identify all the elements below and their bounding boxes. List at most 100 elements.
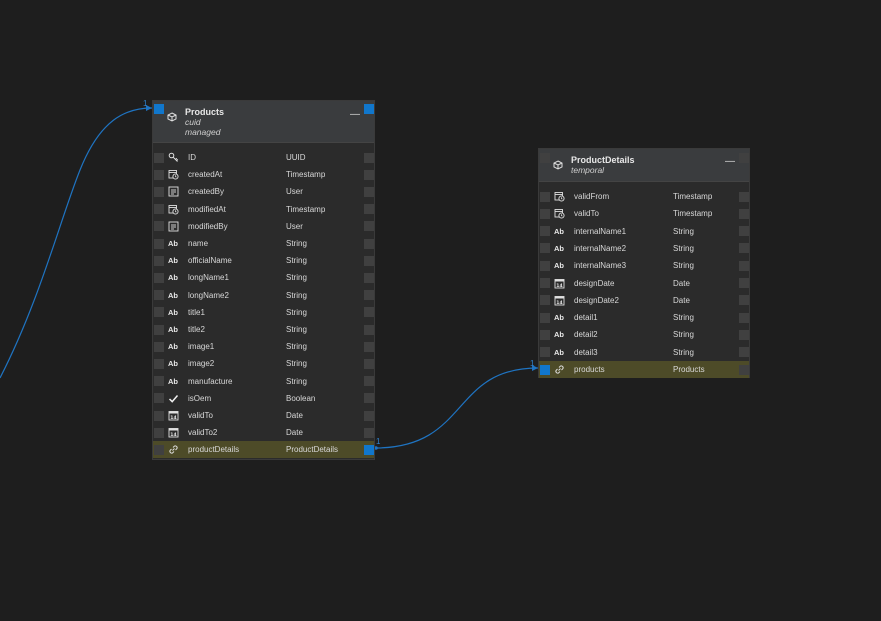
field-row-createdAt[interactable]: createdAt Timestamp — [153, 166, 374, 183]
entity-productdetails[interactable]: ProductDetails temporal — validFrom Times… — [538, 148, 750, 378]
port-in[interactable] — [154, 186, 164, 197]
field-row-modifiedBy[interactable]: modifiedBy User — [153, 218, 374, 235]
port-out[interactable] — [739, 364, 749, 375]
field-row-validFrom[interactable]: validFrom Timestamp — [539, 188, 749, 205]
port-in[interactable] — [540, 243, 550, 254]
field-row-image2[interactable]: Ab image2 String — [153, 355, 374, 372]
text-icon: Ab — [554, 330, 564, 340]
field-row-validTo[interactable]: validTo Timestamp — [539, 205, 749, 222]
entity-products[interactable]: Products cuid managed — ID UUID createdAt T… — [152, 100, 375, 460]
port-out[interactable] — [364, 393, 374, 404]
port-out[interactable] — [364, 169, 374, 180]
port-out[interactable] — [364, 104, 374, 114]
field-row-longName1[interactable]: Ab longName1 String — [153, 269, 374, 286]
port-out[interactable] — [739, 208, 749, 219]
field-row-modifiedAt[interactable]: modifiedAt Timestamp — [153, 201, 374, 218]
entity-header[interactable]: ProductDetails temporal — — [539, 149, 749, 182]
port-out[interactable] — [739, 243, 749, 254]
port-out[interactable] — [364, 255, 374, 266]
port-out[interactable] — [739, 153, 749, 163]
port-in[interactable] — [154, 307, 164, 318]
field-row-title2[interactable]: Ab title2 String — [153, 321, 374, 338]
port-out[interactable] — [364, 358, 374, 369]
port-out[interactable] — [364, 410, 374, 421]
port-in[interactable] — [154, 324, 164, 335]
port-in[interactable] — [540, 153, 550, 163]
field-row-longName2[interactable]: Ab longName2 String — [153, 287, 374, 304]
port-in[interactable] — [540, 208, 550, 219]
port-in[interactable] — [540, 312, 550, 323]
port-in[interactable] — [154, 104, 164, 114]
port-out[interactable] — [364, 272, 374, 283]
port-in[interactable] — [540, 260, 550, 271]
field-row-productDetails[interactable]: productDetails ProductDetails — [153, 441, 374, 459]
field-row-validTo2[interactable]: 14 validTo2 Date — [153, 424, 374, 441]
port-out[interactable] — [364, 186, 374, 197]
port-in[interactable] — [540, 295, 550, 306]
field-row-internalName1[interactable]: Ab internalName1 String — [539, 223, 749, 240]
port-in[interactable] — [154, 410, 164, 421]
field-row-detail2[interactable]: Ab detail2 String — [539, 326, 749, 343]
field-row-createdBy[interactable]: createdBy User — [153, 183, 374, 200]
port-in[interactable] — [154, 393, 164, 404]
port-out[interactable] — [364, 238, 374, 249]
entity-header[interactable]: Products cuid managed — — [153, 101, 374, 143]
minimize-button[interactable]: — — [725, 157, 735, 167]
port-in[interactable] — [540, 226, 550, 237]
port-in[interactable] — [154, 290, 164, 301]
port-out[interactable] — [739, 278, 749, 288]
field-row-products[interactable]: products Products — [539, 361, 749, 378]
port-out[interactable] — [364, 341, 374, 352]
field-row-internalName3[interactable]: Ab internalName3 String — [539, 257, 749, 274]
port-in[interactable] — [154, 272, 164, 283]
port-in[interactable] — [154, 358, 164, 369]
port-in[interactable] — [154, 427, 164, 438]
field-row-officialName[interactable]: Ab officialName String — [153, 252, 374, 269]
port-in[interactable] — [154, 152, 164, 163]
port-in[interactable] — [154, 204, 164, 215]
minimize-button[interactable]: — — [350, 110, 360, 120]
port-out[interactable] — [364, 324, 374, 335]
field-row-validTo[interactable]: 14 validTo Date — [153, 407, 374, 424]
field-row-internalName2[interactable]: Ab internalName2 String — [539, 240, 749, 257]
field-row-designDate[interactable]: 14 designDate Date — [539, 275, 749, 292]
port-out[interactable] — [364, 427, 374, 438]
port-in[interactable] — [154, 221, 164, 232]
port-out[interactable] — [364, 376, 374, 387]
port-out[interactable] — [739, 226, 749, 237]
field-row-ID[interactable]: ID UUID — [153, 149, 374, 166]
field-name: manufacture — [188, 376, 233, 386]
port-out[interactable] — [739, 347, 749, 358]
port-in[interactable] — [540, 347, 550, 358]
port-out[interactable] — [364, 221, 374, 232]
field-row-designDate2[interactable]: 14 designDate2 Date — [539, 292, 749, 309]
port-in[interactable] — [154, 169, 164, 180]
port-in[interactable] — [540, 278, 550, 288]
port-out[interactable] — [739, 260, 749, 271]
port-in[interactable] — [154, 255, 164, 266]
field-row-image1[interactable]: Ab image1 String — [153, 338, 374, 355]
port-out[interactable] — [739, 312, 749, 323]
field-row-name[interactable]: Ab name String — [153, 235, 374, 252]
port-out[interactable] — [739, 295, 749, 306]
port-in[interactable] — [154, 444, 164, 455]
field-row-title1[interactable]: Ab title1 String — [153, 304, 374, 321]
port-out[interactable] — [364, 204, 374, 215]
port-out[interactable] — [739, 329, 749, 340]
field-row-manufacture[interactable]: Ab manufacture String — [153, 373, 374, 390]
field-row-detail3[interactable]: Ab detail3 String — [539, 344, 749, 361]
field-row-detail1[interactable]: Ab detail1 String — [539, 309, 749, 326]
port-in[interactable] — [540, 329, 550, 340]
port-in[interactable] — [154, 238, 164, 249]
port-in[interactable] — [540, 191, 550, 202]
port-in[interactable] — [154, 376, 164, 387]
port-out[interactable] — [364, 290, 374, 301]
port-out[interactable] — [364, 444, 374, 455]
port-out[interactable] — [739, 191, 749, 202]
field-row-isOem[interactable]: isOem Boolean — [153, 390, 374, 407]
port-out[interactable] — [364, 152, 374, 163]
port-in[interactable] — [540, 364, 550, 375]
port-in[interactable] — [154, 341, 164, 352]
port-out[interactable] — [364, 307, 374, 318]
field-name: internalName2 — [574, 243, 627, 253]
